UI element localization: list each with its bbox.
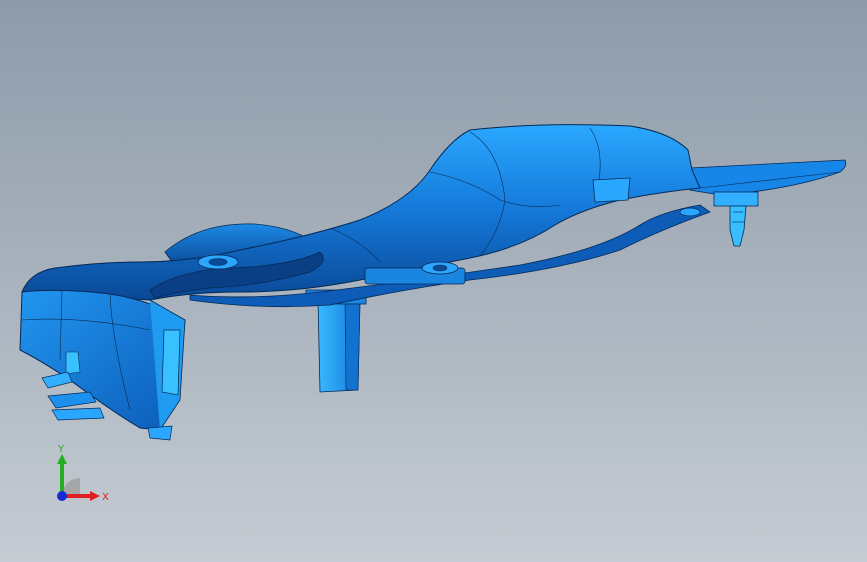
- small-bracket: [592, 177, 631, 203]
- left-end-block: [19, 289, 186, 431]
- right-flange: [689, 159, 847, 196]
- 3d-viewport[interactable]: Y X: [0, 0, 867, 562]
- y-axis-label: Y: [57, 444, 65, 455]
- axis-triad: Y X: [57, 444, 109, 503]
- z-axis-dot-icon: [57, 491, 67, 501]
- y-axis-arrowhead: [57, 454, 67, 464]
- main-surface: [21, 124, 701, 301]
- x-axis-label: X: [102, 492, 109, 503]
- clip-pin: [713, 191, 759, 247]
- x-axis-arrowhead: [90, 491, 100, 501]
- cad-model[interactable]: [0, 0, 867, 562]
